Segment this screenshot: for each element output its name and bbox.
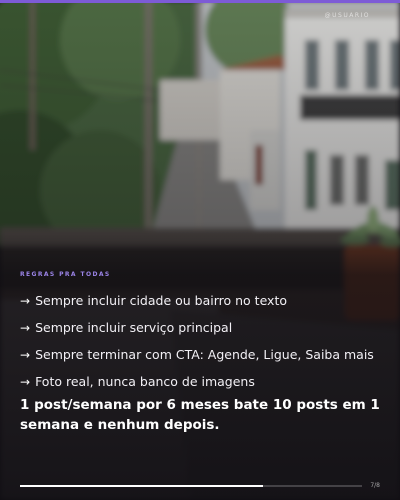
list-item-text: Sempre incluir cidade ou bairro no texto — [35, 293, 287, 308]
list-item-text: Sempre incluir serviço principal — [35, 320, 233, 335]
account-handle: @USUARIO — [324, 12, 370, 19]
list-item-text: Foto real, nunca banco de imagens — [35, 374, 255, 389]
progress-bar — [20, 485, 362, 487]
carousel-slide: @USUARIO REGRAS PRA TODAS → Sempre inclu… — [0, 0, 400, 500]
arrow-right-icon: → — [20, 374, 31, 389]
arrow-right-icon: → — [20, 320, 31, 335]
list-item: → Sempre incluir cidade ou bairro no tex… — [20, 287, 390, 314]
accent-bar — [0, 0, 400, 3]
section-kicker: REGRAS PRA TODAS — [20, 271, 111, 278]
list-item: → Sempre incluir serviço principal — [20, 314, 390, 341]
progress-fill — [20, 485, 263, 487]
arrow-right-icon: → — [20, 347, 31, 362]
arrow-right-icon: → — [20, 293, 31, 308]
list-item-text: Sempre terminar com CTA: Agende, Ligue, … — [35, 347, 374, 362]
list-item: → Foto real, nunca banco de imagens — [20, 368, 390, 395]
rules-list: → Sempre incluir cidade ou bairro no tex… — [20, 287, 390, 395]
closing-statement: 1 post/semana por 6 meses bate 10 posts … — [20, 397, 380, 433]
list-item: → Sempre terminar com CTA: Agende, Ligue… — [20, 341, 390, 368]
page-number: 7/8 — [370, 482, 380, 489]
